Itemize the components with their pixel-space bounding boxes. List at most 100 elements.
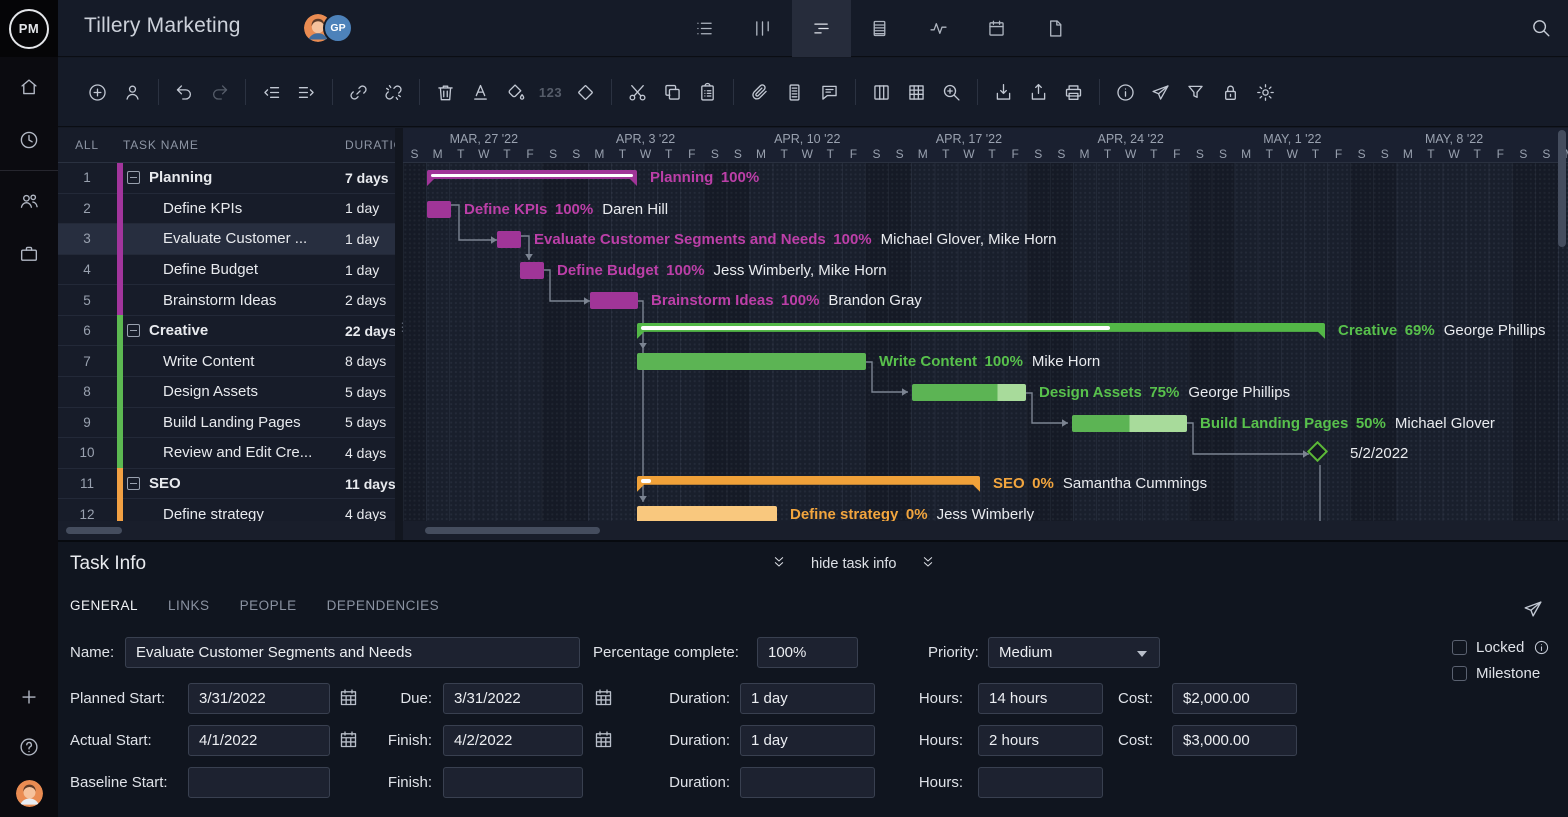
duration-baseline-input[interactable] [740, 767, 875, 798]
actual-start-input[interactable]: 4/1/2022 [188, 725, 330, 756]
toolbar-unlink-button[interactable] [376, 75, 411, 110]
toolbar-link-button[interactable] [341, 75, 376, 110]
table-row[interactable]: 7Write Content8 days [58, 346, 395, 377]
hide-task-info-button[interactable]: hide task info [771, 554, 936, 574]
toolbar-assign-user-button[interactable] [115, 75, 150, 110]
toolbar-cut-button[interactable] [620, 75, 655, 110]
toolbar-delete-button[interactable] [428, 75, 463, 110]
table-row[interactable]: 9Build Landing Pages5 days [58, 408, 395, 439]
duration-planned-input[interactable]: 1 day [740, 683, 875, 714]
toolbar-numbers-button[interactable]: 123 [533, 75, 568, 110]
name-input[interactable]: Evaluate Customer Segments and Needs [125, 637, 580, 668]
view-tab-calendar-view[interactable] [968, 0, 1027, 57]
table-row[interactable]: 1Planning7 days [58, 163, 395, 194]
locked-checkbox[interactable] [1452, 640, 1467, 655]
toolbar-import-button[interactable] [986, 75, 1021, 110]
toolbar-fill-color-button[interactable] [498, 75, 533, 110]
sidebar-item-briefcase[interactable] [0, 231, 58, 277]
table-row[interactable]: 8Design Assets5 days [58, 377, 395, 408]
tab-people[interactable]: PEOPLE [240, 598, 297, 613]
table-row[interactable]: 5Brainstorm Ideas2 days [58, 285, 395, 316]
task-bar[interactable] [1072, 415, 1187, 432]
table-row[interactable]: 2Define KPIs1 day [58, 194, 395, 225]
toolbar-columns-button[interactable] [864, 75, 899, 110]
collapse-icon[interactable] [127, 324, 140, 337]
toolbar-add-task-button[interactable] [80, 75, 115, 110]
toolbar-info-button[interactable] [1108, 75, 1143, 110]
toolbar-zoom-in-button[interactable] [934, 75, 969, 110]
task-bar[interactable] [912, 384, 1026, 401]
panel-splitter[interactable]: ⋮ [395, 128, 403, 540]
view-tab-file-view[interactable] [1026, 0, 1085, 57]
member-avatar-initials[interactable]: GP [323, 13, 353, 43]
send-icon[interactable] [1522, 598, 1544, 625]
view-tab-list-view[interactable] [675, 0, 734, 57]
due-input[interactable]: 3/31/2022 [443, 683, 583, 714]
collapse-icon[interactable] [127, 477, 140, 490]
task-bar[interactable] [520, 262, 544, 279]
toolbar-paste-button[interactable] [690, 75, 725, 110]
view-tab-sheet-view[interactable] [851, 0, 910, 57]
view-tab-gantt-view[interactable] [792, 0, 851, 57]
toolbar-comment-button[interactable] [812, 75, 847, 110]
baseline-start-input[interactable] [188, 767, 330, 798]
toolbar-redo-button[interactable] [202, 75, 237, 110]
sidebar-item-home[interactable] [0, 64, 58, 110]
baseline-finish-input[interactable] [443, 767, 583, 798]
task-bar[interactable] [637, 353, 866, 370]
calendar-icon[interactable] [593, 687, 614, 713]
sidebar-item-help[interactable] [0, 727, 58, 767]
cost-planned-input[interactable]: $2,000.00 [1172, 683, 1297, 714]
table-row[interactable]: 6Creative22 days [58, 316, 395, 347]
toolbar-indent-button[interactable] [289, 75, 324, 110]
toolbar-send-button[interactable] [1143, 75, 1178, 110]
actual-finish-input[interactable]: 4/2/2022 [443, 725, 583, 756]
view-tab-activity-view[interactable] [909, 0, 968, 57]
search-icon[interactable] [1530, 17, 1552, 42]
duration-actual-input[interactable]: 1 day [740, 725, 875, 756]
table-row[interactable]: 12Define strategy4 days [58, 499, 395, 521]
task-bar[interactable] [497, 231, 521, 248]
toolbar-notes-button[interactable] [777, 75, 812, 110]
sidebar-item-clock[interactable] [0, 117, 58, 163]
hours-baseline-input[interactable] [978, 767, 1103, 798]
sidebar-item-plus[interactable] [0, 677, 58, 717]
gantt-vscrollbar-thumb[interactable] [1558, 130, 1566, 247]
task-bar[interactable] [637, 506, 777, 521]
toolbar-attachment-button[interactable] [742, 75, 777, 110]
table-hscrollbar-thumb[interactable] [66, 527, 122, 534]
column-header-task-name[interactable]: TASK NAME [123, 138, 199, 152]
info-circle-icon[interactable] [1533, 639, 1550, 656]
task-bar[interactable] [427, 201, 451, 218]
gantt-hscrollbar-thumb[interactable] [425, 527, 600, 534]
priority-select[interactable]: Medium [988, 637, 1160, 668]
column-header-all[interactable]: ALL [58, 138, 116, 152]
table-row[interactable]: 4Define Budget1 day [58, 255, 395, 286]
toolbar-grid-button[interactable] [899, 75, 934, 110]
collapse-icon[interactable] [127, 171, 140, 184]
user-avatar[interactable] [16, 780, 43, 807]
calendar-icon[interactable] [593, 729, 614, 755]
planned-start-input[interactable]: 3/31/2022 [188, 683, 330, 714]
tab-dependencies[interactable]: DEPENDENCIES [327, 598, 440, 613]
info-circle-icon[interactable] [1533, 639, 1550, 656]
task-bar[interactable] [590, 292, 638, 309]
table-row[interactable]: 3Evaluate Customer ...1 day [58, 224, 395, 255]
percentage-complete-input[interactable]: 100% [757, 637, 858, 668]
toolbar-undo-button[interactable] [167, 75, 202, 110]
toolbar-export-button[interactable] [1021, 75, 1056, 110]
table-row[interactable]: 11SEO11 days [58, 469, 395, 500]
cost-actual-input[interactable]: $3,000.00 [1172, 725, 1297, 756]
toolbar-copy-button[interactable] [655, 75, 690, 110]
milestone-checkbox[interactable] [1452, 666, 1467, 681]
tab-links[interactable]: LINKS [168, 598, 210, 613]
toolbar-outdent-button[interactable] [254, 75, 289, 110]
toolbar-font-color-button[interactable] [463, 75, 498, 110]
toolbar-filter-button[interactable] [1178, 75, 1213, 110]
sidebar-item-users[interactable] [0, 178, 58, 224]
toolbar-lock-button[interactable] [1213, 75, 1248, 110]
tab-general[interactable]: GENERAL [70, 598, 138, 613]
view-tab-board-view[interactable] [734, 0, 793, 57]
table-row[interactable]: 10Review and Edit Cre...4 days [58, 438, 395, 469]
toolbar-settings-button[interactable] [1248, 75, 1283, 110]
